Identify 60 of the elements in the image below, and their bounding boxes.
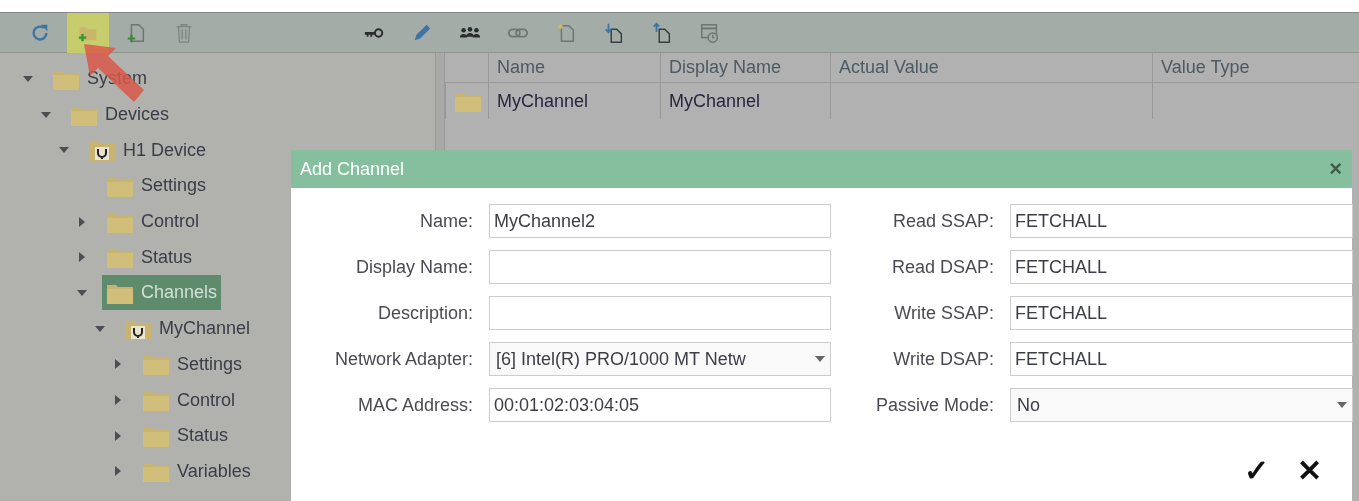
tree-item[interactable]: Settings	[138, 346, 247, 382]
tree-item[interactable]: Control	[138, 382, 240, 418]
tree-item[interactable]: Variables	[138, 453, 255, 489]
input-field[interactable]: FETCHALL	[1010, 296, 1353, 330]
input-field[interactable]	[489, 296, 831, 330]
input-field[interactable]	[489, 250, 831, 284]
tree-item[interactable]: Control	[102, 204, 204, 240]
tree-item[interactable]: H1 Device	[84, 132, 211, 168]
field-label: Read DSAP:	[890, 256, 994, 278]
expand-caret-icon[interactable]	[114, 465, 122, 478]
column-header[interactable]: Name	[488, 53, 660, 83]
column-header[interactable]: Actual Value	[830, 53, 1152, 83]
tree-item[interactable]: Status	[138, 418, 233, 454]
add-file-icon	[125, 21, 147, 44]
field-label: Write SSAP:	[893, 302, 994, 324]
new-document-icon	[555, 21, 577, 44]
expand-caret-icon[interactable]	[78, 215, 86, 228]
input-field[interactable]: FETCHALL	[1010, 250, 1353, 284]
export-icon	[651, 21, 673, 44]
collapse-caret-icon[interactable]	[40, 110, 52, 119]
table-cell: MyChannel	[488, 83, 660, 119]
collapse-caret-icon[interactable]	[22, 74, 34, 83]
close-button[interactable]: ×	[1329, 156, 1342, 182]
field-label: Description:	[376, 302, 473, 324]
expand-caret-icon[interactable]	[114, 358, 122, 371]
input-field[interactable]: FETCHALL	[1010, 342, 1353, 376]
dropdown-caret-icon	[814, 355, 826, 363]
add-folder-button[interactable]	[67, 12, 109, 53]
table-cell: MyChannel	[660, 83, 830, 119]
field-label: Passive Mode:	[874, 394, 994, 416]
calendar-clock-icon	[699, 21, 721, 44]
import-icon	[603, 21, 625, 44]
collapse-caret-icon[interactable]	[76, 288, 88, 297]
field-label: Read SSAP:	[891, 210, 994, 232]
confirm-button[interactable]: ✓	[1244, 456, 1269, 486]
collapse-caret-icon[interactable]	[58, 146, 70, 155]
column-header[interactable]: Value Type	[1152, 53, 1359, 83]
dropdown[interactable]: [6] Intel(R) PRO/1000 MT Netw	[489, 342, 831, 376]
tree-item[interactable]: Devices	[66, 97, 174, 133]
dropdown-caret-icon	[1336, 401, 1348, 409]
input-field[interactable]: FETCHALL	[1010, 204, 1353, 238]
dialog-title: Add Channel	[300, 158, 405, 180]
tree-item[interactable]: Settings	[102, 168, 211, 204]
field-label: Display Name:	[354, 256, 473, 278]
tree-item[interactable]: Status	[102, 239, 197, 275]
input-field[interactable]: MyChannel2	[489, 204, 831, 238]
dropdown[interactable]: No	[1010, 388, 1353, 422]
collapse-caret-icon[interactable]	[94, 324, 106, 333]
expand-caret-icon[interactable]	[78, 251, 86, 264]
field-label: Network Adapter:	[333, 348, 473, 370]
input-field[interactable]: 00:01:02:03:04:05	[489, 388, 831, 422]
tree-item[interactable]: Channels	[102, 275, 222, 311]
column-header[interactable]: Display Name	[660, 53, 830, 83]
expand-caret-icon[interactable]	[114, 394, 122, 407]
cancel-button[interactable]: ✕	[1297, 456, 1322, 486]
tree-item[interactable]: MyChannel	[120, 311, 255, 347]
field-label: Name:	[419, 210, 473, 232]
field-label: MAC Address:	[356, 394, 473, 416]
field-label: Write DSAP:	[892, 348, 994, 370]
expand-caret-icon[interactable]	[114, 429, 122, 442]
